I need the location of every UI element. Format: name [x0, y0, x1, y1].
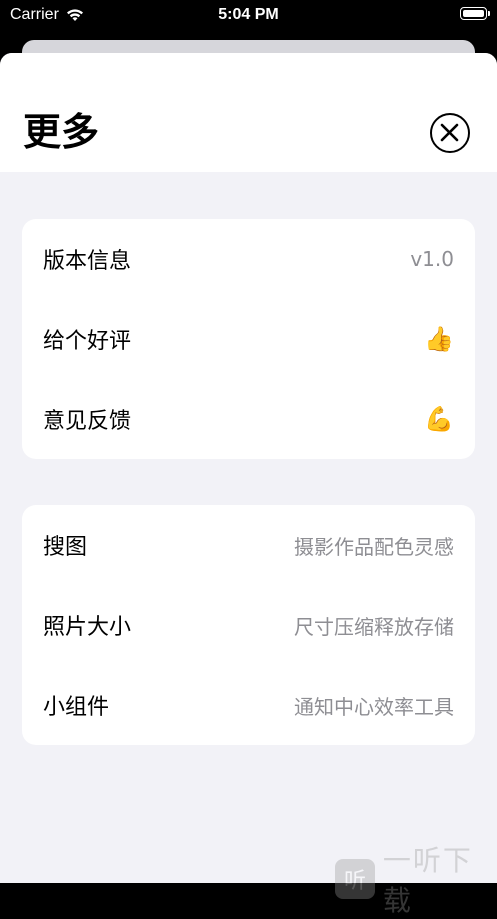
search-image-description: 摄影作品配色灵感	[294, 534, 454, 559]
widget-label: 小组件	[43, 695, 110, 720]
feedback-label: 意见反馈	[43, 409, 132, 434]
watermark: 听 一听下载	[335, 839, 497, 919]
more-sheet: 更多 版本信息 v1.0 给个好评 👍 意见反馈 💪 搜图 摄影作品配色灵感 照…	[0, 53, 497, 883]
status-bar: Carrier 5:04 PM	[0, 0, 497, 32]
watermark-text: 一听下载	[382, 844, 473, 917]
about-card: 版本信息 v1.0 给个好评 👍 意见反馈 💪	[22, 219, 475, 459]
photo-size-row[interactable]: 照片大小 尺寸压缩释放存储	[22, 585, 475, 665]
rate-app-row[interactable]: 给个好评 👍	[22, 299, 475, 379]
watermark-logo-icon: 听	[335, 859, 375, 899]
version-info-row[interactable]: 版本信息 v1.0	[22, 219, 475, 299]
flexed-biceps-icon: 💪	[424, 405, 454, 433]
photo-size-description: 尺寸压缩释放存储	[294, 614, 454, 639]
sheet-header: 更多	[0, 53, 497, 172]
battery-icon	[460, 7, 490, 20]
close-icon	[440, 123, 459, 142]
rate-app-label: 给个好评	[43, 329, 132, 354]
photo-size-label: 照片大小	[43, 615, 132, 640]
version-value: v1.0	[410, 247, 454, 271]
search-image-row[interactable]: 搜图 摄影作品配色灵感	[22, 505, 475, 585]
widget-row[interactable]: 小组件 通知中心效率工具	[22, 665, 475, 745]
close-button[interactable]	[430, 113, 470, 153]
version-info-label: 版本信息	[43, 249, 132, 274]
thumbs-up-icon: 👍	[424, 325, 454, 353]
search-image-label: 搜图	[43, 535, 88, 560]
widget-description: 通知中心效率工具	[294, 694, 454, 719]
page-title: 更多	[23, 110, 100, 154]
apps-card: 搜图 摄影作品配色灵感 照片大小 尺寸压缩释放存储 小组件 通知中心效率工具	[22, 505, 475, 745]
feedback-row[interactable]: 意见反馈 💪	[22, 379, 475, 459]
status-time: 5:04 PM	[218, 6, 279, 23]
